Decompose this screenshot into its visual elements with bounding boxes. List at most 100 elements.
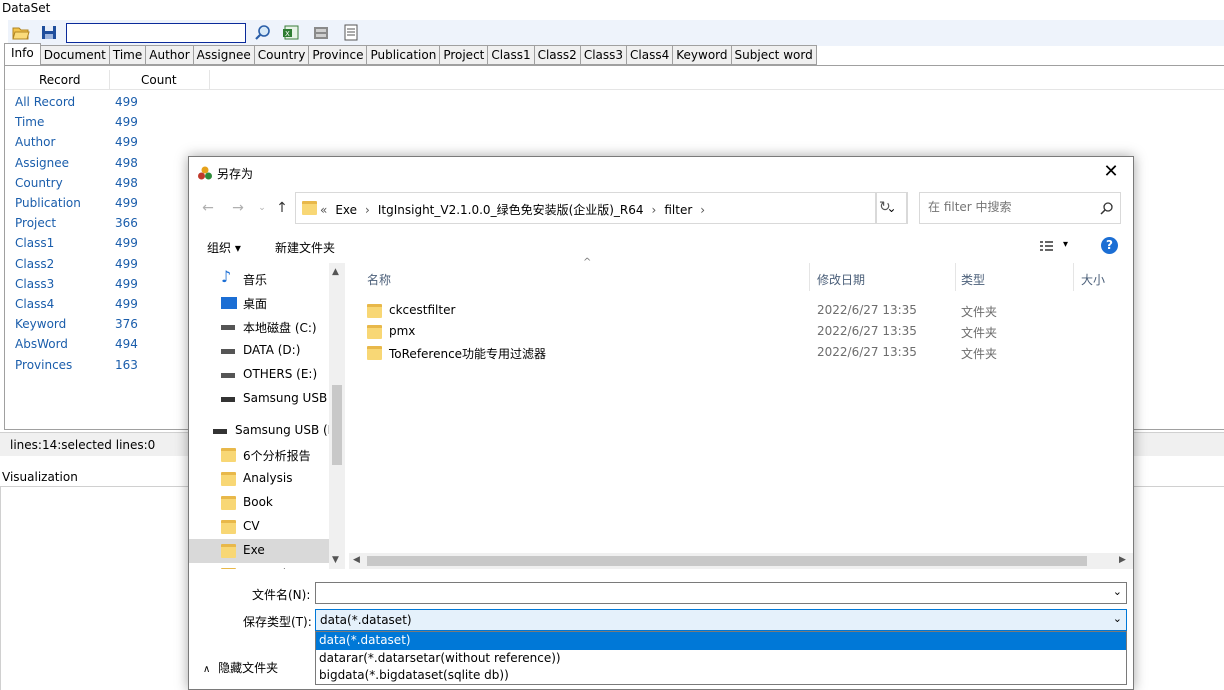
column-header-date[interactable]: 修改日期 — [817, 271, 865, 288]
tab-publication[interactable]: Publication — [367, 45, 441, 65]
record-name: Assignee — [15, 155, 70, 170]
help-icon[interactable]: ? — [1101, 237, 1118, 254]
scroll-left-icon[interactable]: ◀ — [353, 555, 360, 565]
document-list-icon[interactable] — [342, 24, 360, 41]
tab-province[interactable]: Province — [309, 45, 368, 65]
dataset-search-input[interactable] — [66, 23, 246, 43]
nav-item[interactable]: 桌面 — [189, 291, 329, 315]
tab-subject-word[interactable]: Subject word — [731, 45, 817, 65]
folder-icon — [302, 201, 317, 215]
database-icon[interactable] — [312, 24, 330, 41]
search-box[interactable] — [919, 192, 1121, 224]
nav-item[interactable]: Samsung USB (F — [189, 419, 335, 443]
scroll-up-icon[interactable]: ▲ — [332, 267, 339, 277]
nav-item[interactable]: Book — [189, 491, 329, 515]
breadcrumb-item[interactable]: ItgInsight_V2.1.0.0_绿色免安装版(企业版)_R64 — [378, 203, 644, 217]
breadcrumb-item[interactable]: Exe — [335, 203, 357, 217]
search-input[interactable] — [928, 200, 1088, 214]
usb-icon — [221, 397, 235, 402]
excel-export-icon[interactable]: X — [282, 24, 300, 41]
column-header-name[interactable]: 名称 — [367, 271, 391, 288]
column-separator[interactable] — [209, 70, 210, 90]
record-name: Publication — [15, 196, 81, 210]
filetype-option[interactable]: datarar(*.datarsetar(without reference)) — [316, 650, 1126, 668]
hide-folders-toggle[interactable]: ∧ 隐藏文件夹 — [203, 659, 278, 676]
nav-item-label: 6个分析报告 — [243, 449, 311, 463]
tab-class2[interactable]: Class2 — [534, 45, 581, 65]
tab-time[interactable]: Time — [109, 45, 147, 65]
nav-item[interactable]: ♪ 音乐 — [189, 267, 329, 291]
address-bar[interactable]: « Exe › ItgInsight_V2.1.0.0_绿色免安装版(企业版)_R64… — [295, 192, 877, 224]
record-count: 499 — [115, 276, 138, 291]
filetype-option[interactable]: bigdata(*.bigdataset(sqlite db)) — [316, 667, 1126, 685]
refresh-icon[interactable]: ↻ — [879, 199, 891, 215]
scroll-down-icon[interactable]: ▼ — [332, 555, 339, 565]
chevron-down-icon[interactable]: ⌄ — [1113, 585, 1122, 598]
open-folder-icon[interactable] — [12, 24, 30, 41]
nav-item[interactable]: Exe — [189, 539, 329, 563]
column-separator[interactable] — [109, 70, 110, 90]
horizontal-scrollbar[interactable]: ◀ ▶ — [349, 553, 1133, 569]
filetype-value: data(*.dataset) — [320, 613, 412, 627]
breadcrumb-item[interactable]: filter — [664, 203, 692, 217]
tab-keyword[interactable]: Keyword — [673, 45, 732, 65]
column-header-type[interactable]: 类型 — [961, 271, 985, 288]
filetype-option[interactable]: data(*.dataset) — [316, 632, 1126, 650]
filetype-select[interactable]: data(*.dataset) ⌄ — [315, 609, 1127, 631]
filename-field[interactable]: ⌄ — [315, 582, 1127, 604]
record-name: Class3 — [15, 276, 55, 291]
chevron-down-icon[interactable]: ⌄ — [1113, 612, 1122, 625]
close-button[interactable]: ✕ — [1099, 161, 1123, 182]
breadcrumb-separator[interactable]: › — [652, 203, 657, 217]
search-icon[interactable] — [1100, 201, 1114, 215]
tab-class4[interactable]: Class4 — [627, 45, 674, 65]
nav-item[interactable]: Forensic — [189, 563, 329, 569]
file-row[interactable]: ckcestfilter 2022/6/27 13:35 文件夹 — [367, 301, 1127, 321]
column-header-record[interactable]: Record — [39, 73, 80, 87]
tab-class3[interactable]: Class3 — [580, 45, 628, 65]
organize-menu[interactable]: 组织 ▾ — [207, 239, 241, 256]
nav-item[interactable]: OTHERS (E:) — [189, 363, 329, 387]
new-folder-button[interactable]: 新建文件夹 — [275, 239, 335, 256]
save-icon[interactable] — [40, 24, 58, 41]
tab-info[interactable]: Info — [4, 43, 41, 65]
tab-class1[interactable]: Class1 — [488, 45, 535, 65]
tab-assignee[interactable]: Assignee — [193, 45, 255, 65]
breadcrumb-separator[interactable]: › — [365, 203, 370, 217]
record-count: 499 — [115, 236, 138, 251]
nav-item-label: 桌面 — [243, 297, 268, 311]
tab-project[interactable]: Project — [440, 45, 489, 65]
app-logo-icon — [198, 166, 212, 180]
tab-document[interactable]: Document — [40, 45, 110, 65]
back-arrow-icon[interactable]: ← — [199, 199, 217, 217]
nav-item[interactable]: Samsung USB — [189, 387, 329, 411]
horizontal-scrollbar-thumb[interactable] — [367, 556, 1087, 566]
forward-arrow-icon[interactable]: → — [229, 199, 247, 217]
tab-country[interactable]: Country — [254, 45, 310, 65]
view-options-icon[interactable] — [1039, 239, 1055, 253]
file-row[interactable]: pmx 2022/6/27 13:35 文件夹 — [367, 322, 1127, 342]
record-count: 494 — [115, 337, 138, 352]
nav-item[interactable]: CV — [189, 515, 329, 539]
breadcrumb-separator[interactable]: › — [700, 203, 705, 217]
tab-author[interactable]: Author — [146, 45, 194, 65]
column-separator[interactable] — [809, 263, 810, 291]
nav-item[interactable]: 6个分析报告 — [189, 443, 329, 467]
nav-item[interactable]: Analysis — [189, 467, 329, 491]
breadcrumb-separator[interactable]: « — [320, 203, 327, 217]
column-separator[interactable] — [955, 263, 956, 291]
file-row[interactable]: ToReference功能专用过滤器 2022/6/27 13:35 文件夹 — [367, 343, 1127, 363]
column-header-size[interactable]: 大小 — [1081, 271, 1105, 288]
record-name: Author — [15, 135, 56, 150]
recent-locations-icon[interactable]: ⌄ — [253, 199, 271, 217]
nav-item[interactable]: DATA (D:) — [189, 339, 329, 363]
nav-item[interactable]: 本地磁盘 (C:) — [189, 315, 329, 339]
nav-scrollbar-thumb[interactable] — [332, 385, 342, 465]
column-separator[interactable] — [1073, 263, 1074, 291]
up-arrow-icon[interactable]: ↑ — [273, 199, 291, 217]
view-dropdown-icon[interactable]: ▾ — [1063, 239, 1068, 250]
scroll-right-icon[interactable]: ▶ — [1119, 555, 1126, 565]
file-name: ToReference功能专用过滤器 — [389, 347, 547, 361]
search-icon[interactable] — [254, 24, 272, 41]
column-header-count[interactable]: Count — [141, 73, 177, 87]
